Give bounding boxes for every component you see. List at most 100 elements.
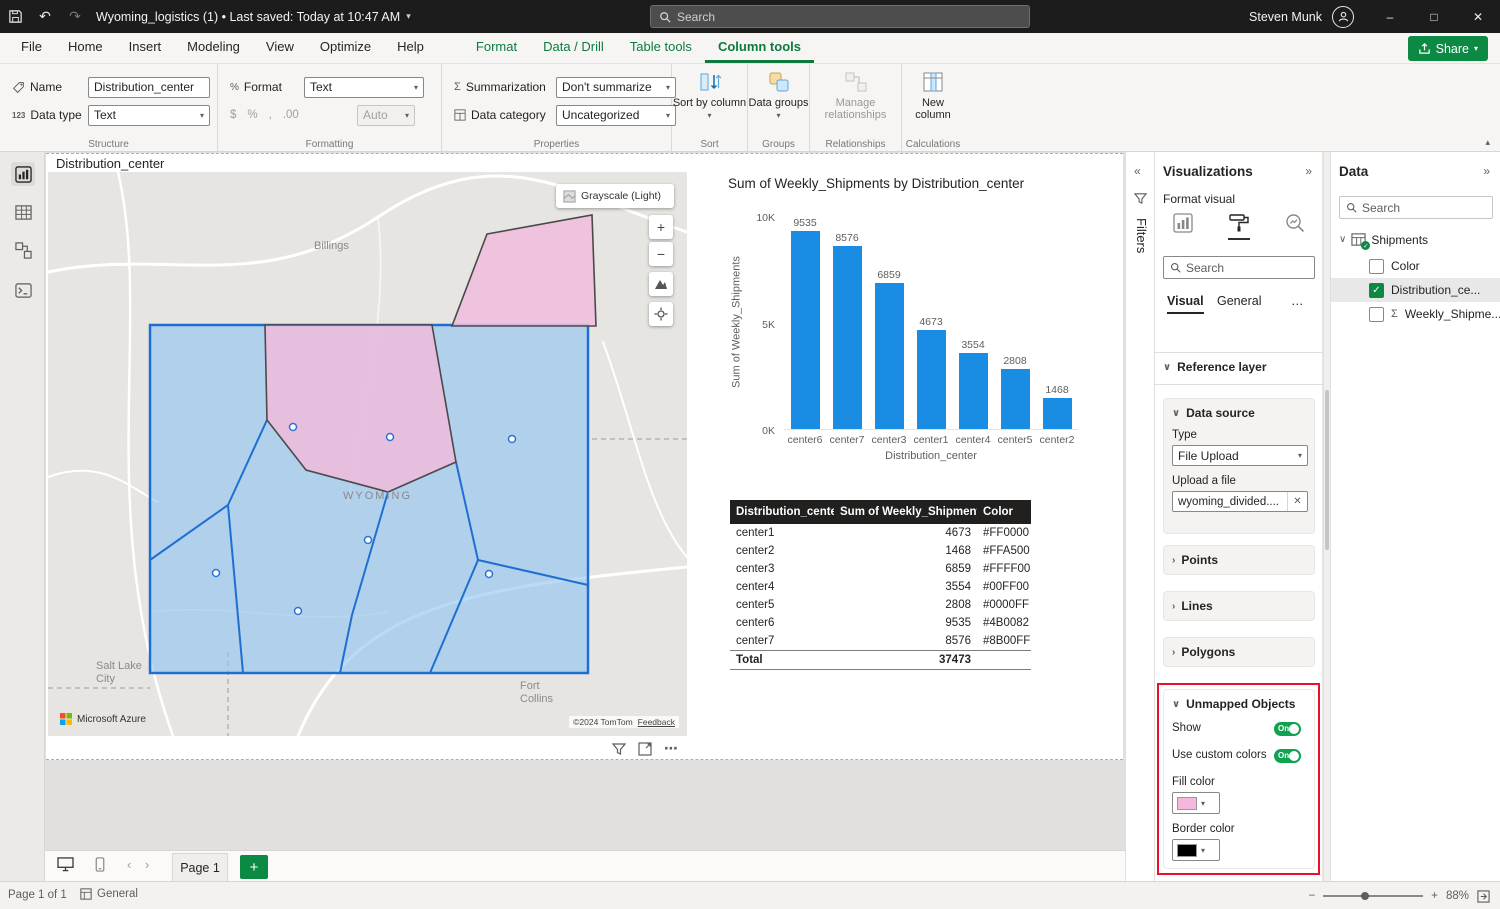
zoom-out-icon[interactable]: − <box>1309 890 1316 902</box>
map-tilt-button[interactable] <box>649 272 673 296</box>
bar-column-center3[interactable]: 6859center3 <box>868 217 910 429</box>
use-custom-colors-toggle[interactable]: On <box>1274 749 1301 763</box>
previous-page-icon[interactable]: ‹ <box>127 857 131 872</box>
save-icon[interactable] <box>0 0 30 33</box>
points-card[interactable]: › Points <box>1163 545 1315 575</box>
titlebar-search[interactable] <box>650 5 1030 28</box>
avatar[interactable] <box>1332 6 1354 28</box>
column-header-distribution-center[interactable]: Distribution_center <box>730 500 834 524</box>
table-node-shipments[interactable]: ∨ ✓ Shipments <box>1339 232 1428 247</box>
menu-tab-column-tools[interactable]: Column tools <box>705 33 814 63</box>
view-mode-status[interactable]: General <box>80 888 138 900</box>
bar-column-center7[interactable]: 8576center7 <box>826 217 868 429</box>
bar-column-center2[interactable]: 1468center2 <box>1036 217 1078 429</box>
summarization-select[interactable]: Don't summarize ▾ <box>556 77 676 98</box>
data-type-select[interactable]: Text ▾ <box>88 105 210 126</box>
zoom-slider[interactable] <box>1323 895 1423 897</box>
desktop-layout-icon[interactable] <box>57 857 74 872</box>
type-select[interactable]: File Upload ▾ <box>1172 445 1308 466</box>
thousands-separator-icon[interactable]: , <box>269 109 272 121</box>
table-row[interactable]: center52808#0000FF <box>730 596 1031 614</box>
bar-column-center6[interactable]: 9535center6 <box>784 217 826 429</box>
map-point[interactable] <box>295 608 302 615</box>
collapse-data-pane-icon[interactable]: » <box>1483 164 1490 178</box>
manage-relationships-button[interactable]: Manage relationships <box>810 70 901 121</box>
title-chevron-icon[interactable]: ▾ <box>406 11 411 22</box>
feedback-link[interactable]: Feedback <box>638 717 675 727</box>
build-visual-icon[interactable] <box>1172 212 1194 240</box>
percent-icon[interactable]: % <box>247 109 257 121</box>
bar-chart-visual[interactable]: Sum of Weekly_Shipments by Distribution_… <box>700 166 1112 476</box>
unmapped-objects-header[interactable]: ∨ Unmapped Objects <box>1164 690 1314 718</box>
map-point[interactable] <box>387 434 394 441</box>
field-row-weekly-shipme[interactable]: ΣWeekly_Shipme... <box>1331 302 1500 326</box>
format-visual-icon[interactable] <box>1228 212 1250 240</box>
field-checkbox[interactable] <box>1369 259 1384 274</box>
table-row[interactable]: center78576#8B00FF <box>730 632 1031 651</box>
format-select[interactable]: Text ▾ <box>304 77 424 98</box>
bar[interactable] <box>1043 398 1072 429</box>
menu-tab-view[interactable]: View <box>253 33 307 63</box>
analytics-icon[interactable] <box>1284 212 1306 240</box>
bar-column-center1[interactable]: 4673center1 <box>910 217 952 429</box>
menu-tab-help[interactable]: Help <box>384 33 437 63</box>
fit-to-page-icon[interactable] <box>1477 890 1490 903</box>
model-view-icon[interactable] <box>11 238 35 262</box>
menu-tab-file[interactable]: File <box>8 33 55 63</box>
menu-tab-data-drill[interactable]: Data / Drill <box>530 33 617 63</box>
filter-icon[interactable] <box>612 742 626 756</box>
collapse-visualizations-icon[interactable]: » <box>1305 164 1312 178</box>
viz-search[interactable] <box>1163 256 1315 279</box>
fill-color-dropdown[interactable]: ▾ <box>1172 792 1220 814</box>
data-category-select[interactable]: Uncategorized ▾ <box>556 105 676 126</box>
tab-general[interactable]: General <box>1217 294 1261 312</box>
decimal-auto-select[interactable]: Auto ▾ <box>357 105 415 126</box>
data-groups-button[interactable]: Data groups ▾ <box>748 70 809 122</box>
titlebar-search-input[interactable] <box>677 10 1021 24</box>
map-zoom-in-button[interactable]: + <box>649 215 673 239</box>
zoom-slider-thumb[interactable] <box>1361 892 1369 900</box>
border-color-dropdown[interactable]: ▾ <box>1172 839 1220 861</box>
tab-visual[interactable]: Visual <box>1167 294 1204 314</box>
table-row[interactable]: center69535#4B0082 <box>730 614 1031 632</box>
uploaded-file-field[interactable]: wyoming_divided.... ✕ <box>1172 491 1308 512</box>
bar[interactable] <box>875 283 904 429</box>
currency-icon[interactable]: $ <box>230 109 236 121</box>
map-point[interactable] <box>290 424 297 431</box>
decimal-places-icon[interactable]: .00 <box>283 109 299 121</box>
collapse-ribbon-icon[interactable]: ▴ <box>1485 137 1490 148</box>
filters-pane-title[interactable]: Filters <box>1134 218 1149 253</box>
table-row[interactable]: center36859#FFFF00 <box>730 560 1031 578</box>
filters-funnel-icon[interactable] <box>1134 192 1147 205</box>
map-visual[interactable]: Billings WYOMING Salt Lake City Fort Col… <box>48 172 687 736</box>
menu-tab-modeling[interactable]: Modeling <box>174 33 253 63</box>
table-row[interactable]: center14673#FF0000 <box>730 524 1031 542</box>
table-row[interactable]: center43554#00FF00 <box>730 578 1031 596</box>
field-checkbox[interactable] <box>1369 307 1384 322</box>
mobile-layout-icon[interactable] <box>95 857 105 872</box>
expand-filters-icon[interactable]: « <box>1134 164 1141 178</box>
lines-card[interactable]: › Lines <box>1163 591 1315 621</box>
user-name[interactable]: Steven Munk <box>1249 10 1322 24</box>
reference-layer-section[interactable]: ∨ Reference layer <box>1163 360 1267 374</box>
map-style-button[interactable]: Grayscale (Light) <box>556 184 674 208</box>
new-column-button[interactable]: New column <box>902 70 964 121</box>
field-checkbox[interactable]: ✓ <box>1369 283 1384 298</box>
table-row[interactable]: center21468#FFA500 <box>730 542 1031 560</box>
viz-tabs-more-icon[interactable]: … <box>1291 294 1304 312</box>
report-view-icon[interactable] <box>11 162 35 186</box>
table-view-icon[interactable] <box>11 200 35 224</box>
menu-tab-insert[interactable]: Insert <box>116 33 175 63</box>
map-point[interactable] <box>509 436 516 443</box>
map-canvas[interactable] <box>48 172 687 736</box>
field-row-color[interactable]: Color <box>1331 254 1500 278</box>
clear-file-icon[interactable]: ✕ <box>1287 492 1307 511</box>
document-title[interactable]: Wyoming_logistics (1) • Last saved: Toda… <box>96 10 400 24</box>
show-toggle[interactable]: On <box>1274 722 1301 736</box>
map-locate-button[interactable] <box>649 302 673 326</box>
menu-tab-home[interactable]: Home <box>55 33 116 63</box>
menu-tab-table-tools[interactable]: Table tools <box>617 33 705 63</box>
data-source-header[interactable]: ∨ Data source <box>1164 399 1314 427</box>
table-visual[interactable]: Distribution_centerSum of Weekly_Shipmen… <box>730 500 1031 670</box>
map-point[interactable] <box>365 537 372 544</box>
